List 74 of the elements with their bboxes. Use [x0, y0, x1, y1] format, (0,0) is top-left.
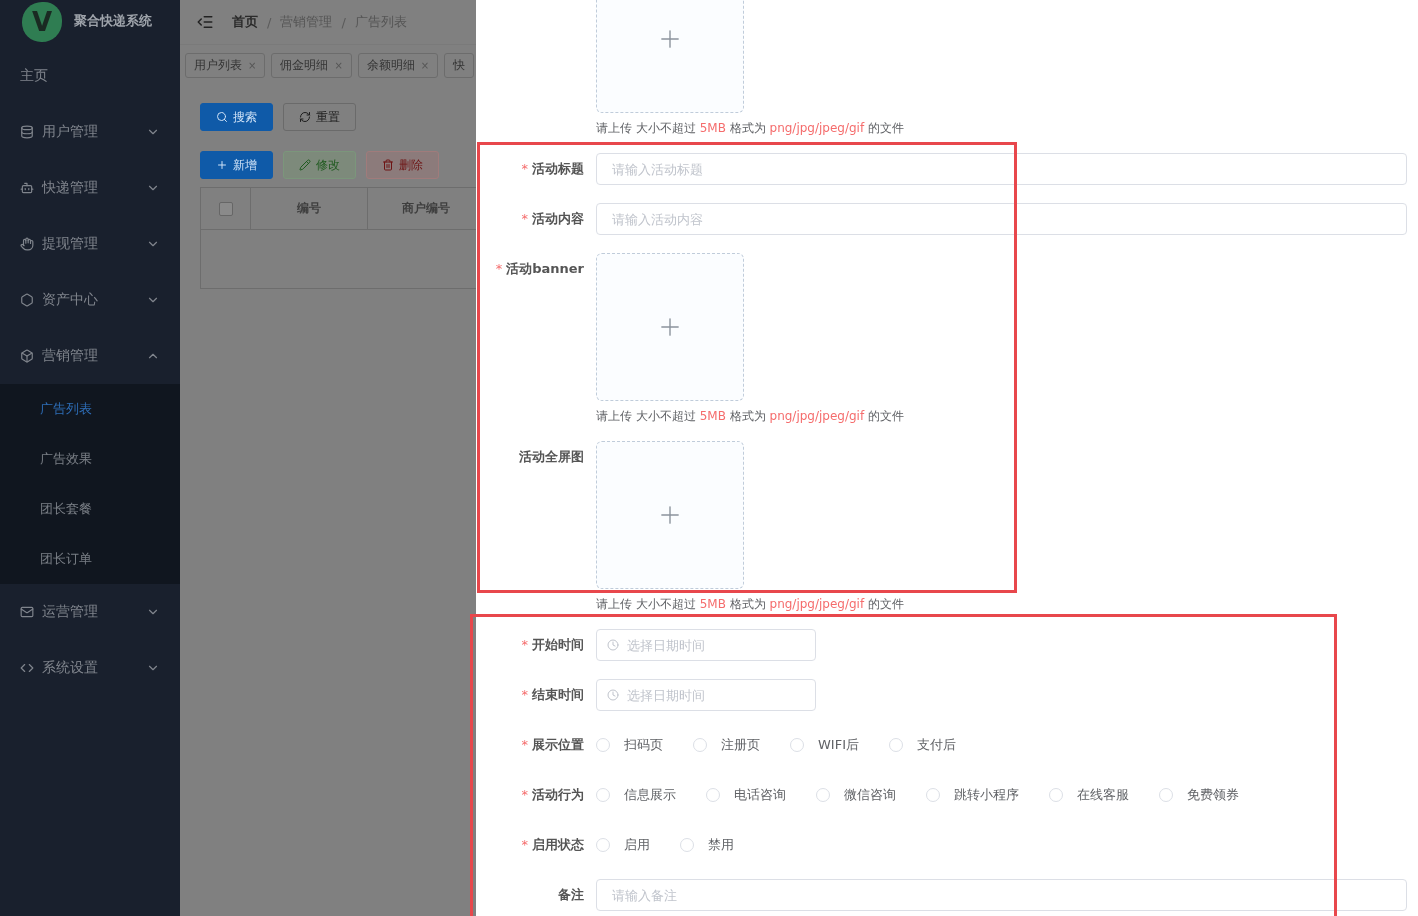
upload-area[interactable]: [596, 0, 744, 113]
menu-item[interactable]: 主页: [0, 48, 180, 104]
breadcrumb-separator: /: [267, 14, 272, 30]
field-label: 备注: [557, 886, 585, 904]
menu-item[interactable]: 用户管理: [0, 104, 180, 160]
menu-item[interactable]: 系统设置: [0, 640, 180, 696]
menu-item[interactable]: 运营管理: [0, 584, 180, 640]
radio-option[interactable]: 免费领券: [1159, 786, 1239, 804]
page-tab[interactable]: 快: [444, 53, 475, 78]
radio-option[interactable]: 微信咨询: [816, 786, 896, 804]
submenu-item[interactable]: 团长订单: [0, 534, 180, 584]
reset-button[interactable]: 重置: [283, 103, 356, 131]
breadcrumb-separator: /: [341, 14, 346, 30]
radio-option[interactable]: 跳转小程序: [926, 786, 1019, 804]
trash-icon: [382, 159, 394, 171]
code-icon: [20, 661, 34, 675]
field-label: * 活动标题: [520, 160, 585, 178]
menu-item[interactable]: 快递管理: [0, 160, 180, 216]
search-button[interactable]: 搜索: [200, 103, 273, 131]
upload-hint: 请上传 大小不超过 5MB 格式为 png/jpg/jpeg/gif 的文件: [596, 120, 905, 137]
field-label: * 展示位置: [520, 736, 585, 754]
upload-hint: 请上传 大小不超过 5MB 格式为 png/jpg/jpeg/gif 的文件: [596, 408, 905, 425]
field-label: * 活动banner: [494, 260, 585, 278]
radio-option[interactable]: 禁用: [680, 836, 734, 854]
submenu-item[interactable]: 团长套餐: [0, 484, 180, 534]
hexagon-icon: [20, 293, 34, 307]
field-label: * 活动内容: [520, 210, 585, 228]
radio-option[interactable]: WIFI后: [790, 736, 859, 754]
upload-area[interactable]: [596, 253, 744, 401]
page-tab[interactable]: 用户列表 ×: [185, 53, 266, 78]
radio-option[interactable]: 信息展示: [596, 786, 676, 804]
app-title: 聚合快递系统: [74, 12, 152, 30]
page-tab[interactable]: 佣金明细 ×: [271, 53, 352, 78]
text-field[interactable]: 请输入活动标题: [596, 153, 1407, 185]
upload-area[interactable]: [596, 441, 744, 589]
menu-item[interactable]: 资产中心: [0, 272, 180, 328]
datetime-field[interactable]: 选择日期时间: [596, 629, 816, 661]
database-icon: [20, 125, 34, 139]
radio-option[interactable]: 启用: [596, 836, 650, 854]
breadcrumb-link[interactable]: 首页: [232, 13, 258, 31]
mail-icon: [20, 605, 34, 619]
radio-option[interactable]: 注册页: [693, 736, 760, 754]
pencil-icon: [299, 159, 311, 171]
text-field[interactable]: 请输入活动内容: [596, 203, 1407, 235]
logo: V: [22, 2, 62, 42]
refresh-icon: [299, 111, 311, 123]
hand-icon: [20, 237, 34, 251]
radio-option[interactable]: 支付后: [889, 736, 956, 754]
column-header: 编号: [251, 188, 368, 229]
submenu-item[interactable]: 广告列表: [0, 384, 180, 434]
robot-icon: [20, 181, 34, 195]
field-label: * 开始时间: [520, 636, 585, 654]
radio-option[interactable]: 在线客服: [1049, 786, 1129, 804]
field-label: * 结束时间: [520, 686, 585, 704]
action-button[interactable]: 新增: [200, 151, 273, 179]
menu-icon[interactable]: [196, 13, 214, 31]
search-icon: [216, 111, 228, 123]
menu-item[interactable]: 营销管理: [0, 328, 180, 384]
field-label: * 启用状态: [520, 836, 585, 854]
submenu-item[interactable]: 广告效果: [0, 434, 180, 484]
menu-item[interactable]: 提现管理: [0, 216, 180, 272]
page-tab[interactable]: 余额明细 ×: [357, 53, 439, 78]
upload-hint: 请上传 大小不超过 5MB 格式为 png/jpg/jpeg/gif 的文件: [596, 596, 905, 613]
field-label: * 活动行为: [520, 786, 585, 804]
radio-option[interactable]: 扫码页: [596, 736, 663, 754]
datetime-field[interactable]: 选择日期时间: [596, 679, 816, 711]
box-icon: [20, 349, 34, 363]
plus-icon: [216, 159, 228, 171]
radio-option[interactable]: 电话咨询: [706, 786, 786, 804]
checkbox[interactable]: [218, 201, 233, 216]
clock-icon: [607, 689, 619, 701]
clock-icon: [607, 639, 619, 651]
text-field[interactable]: 请输入备注: [596, 879, 1407, 911]
field-label: 活动全屏图: [518, 448, 585, 466]
